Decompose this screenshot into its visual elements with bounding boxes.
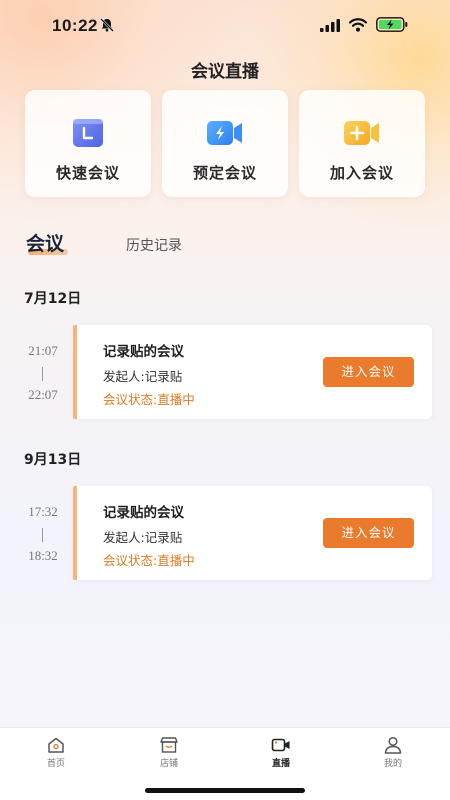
profile-icon (384, 736, 402, 754)
mute-bell-icon (100, 18, 114, 32)
nav-label: 首页 (46, 759, 65, 769)
signal-icon (320, 19, 340, 32)
schedule-meeting-card[interactable]: 预定会议 (162, 90, 288, 197)
date-heading: 9月13日 (24, 452, 82, 468)
meeting-start-time: 21:07 (28, 343, 58, 358)
status-bar: 10:22 (0, 0, 450, 50)
card-accent-bar (73, 486, 77, 580)
meeting-card[interactable]: 记录贴的会议 发起人:记录贴 会议状态:直播中 进入会议 (73, 325, 432, 419)
nav-label: 我的 (383, 759, 402, 769)
tab-meetings[interactable]: 会议 (26, 229, 64, 256)
nav-item-home[interactable]: 首页 (26, 734, 86, 774)
nav-item-store[interactable]: 店铺 (139, 734, 199, 774)
status-time: 10:22 (52, 16, 98, 35)
home-icon (48, 737, 64, 753)
time-separator (42, 367, 43, 381)
tab-history[interactable]: 历史记录 (126, 235, 182, 255)
page-title: 会议直播 (191, 62, 259, 82)
schedule-meeting-icon (207, 121, 242, 145)
join-meeting-button[interactable]: 进入会议 (323, 357, 414, 387)
nav-item-profile[interactable]: 我的 (363, 734, 423, 774)
meeting-title: 记录贴的会议 (103, 505, 184, 521)
meeting-host: 发起人:记录贴 (103, 530, 183, 545)
battery-charging-icon (376, 17, 408, 32)
quick-meeting-icon (73, 119, 103, 147)
meeting-host: 发起人:记录贴 (103, 369, 183, 384)
nav-item-live[interactable]: 直播 (251, 734, 311, 774)
schedule-meeting-label: 预定会议 (192, 164, 257, 182)
meeting-end-time: 18:32 (28, 548, 58, 563)
join-meeting-label: 加入会议 (329, 164, 394, 182)
home-indicator (145, 788, 305, 793)
meeting-card[interactable]: 记录贴的会议 发起人:记录贴 会议状态:直播中 进入会议 (73, 486, 432, 580)
join-meeting-card[interactable]: 加入会议 (299, 90, 425, 197)
quick-meeting-card[interactable]: 快速会议 (25, 90, 151, 197)
meeting-status: 会议状态:直播中 (103, 392, 195, 407)
wifi-icon (349, 18, 367, 32)
time-separator (42, 528, 43, 542)
nav-label: 直播 (271, 759, 290, 769)
meeting-end-time: 22:07 (28, 387, 58, 402)
date-heading: 7月12日 (24, 291, 82, 307)
meeting-start-time: 17:32 (28, 504, 58, 519)
meeting-title: 记录贴的会议 (103, 344, 184, 360)
card-accent-bar (73, 325, 77, 419)
store-icon (160, 737, 178, 753)
live-icon (271, 738, 290, 752)
quick-meeting-label: 快速会议 (55, 164, 120, 182)
meeting-live-page: 10:22 会议直播 快速会议 预定会议 加入会议 会议 历史记录 7月12日 … (0, 0, 450, 800)
join-meeting-icon (344, 121, 379, 145)
join-meeting-button[interactable]: 进入会议 (323, 518, 414, 548)
nav-label: 店铺 (159, 759, 178, 769)
meeting-status: 会议状态:直播中 (103, 553, 195, 568)
